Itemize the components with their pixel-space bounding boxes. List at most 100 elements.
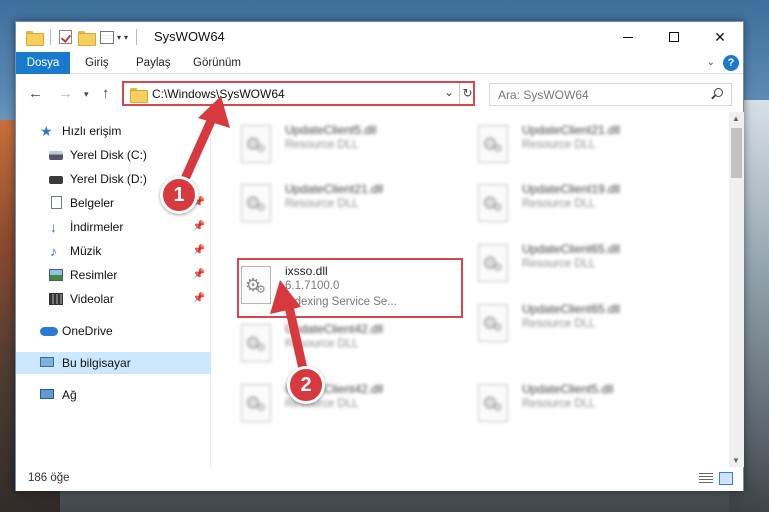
new-folder-icon[interactable]: [78, 30, 96, 46]
dll-file-icon: [241, 184, 271, 222]
details-view-icon[interactable]: [699, 473, 713, 484]
file-item[interactable]: UpdateClient21.dll Resource DLL: [237, 176, 462, 231]
pin-icon[interactable]: 📌: [193, 216, 205, 238]
search-box[interactable]: [489, 83, 732, 106]
file-item[interactable]: UpdateClient5.dll Resource DLL: [237, 117, 462, 172]
properties-check-icon[interactable]: [59, 30, 72, 44]
file-name: UpdateClient65.dll: [522, 302, 621, 316]
disk-icon: [49, 176, 63, 184]
ribbon: Dosya Giriş Paylaş Görünüm ⌄ ?: [16, 52, 743, 74]
window-controls: ✕: [605, 22, 743, 52]
sidebar-item-local-disk-c[interactable]: Yerel Disk (C:): [16, 144, 211, 166]
sidebar-item-label: Yerel Disk (D:): [70, 172, 147, 186]
file-type: Resource DLL: [285, 198, 359, 210]
file-type: Resource DLL: [285, 338, 359, 350]
step-2-badge: 2: [287, 366, 325, 404]
file-item[interactable]: UpdateClient21.dll Resource DLL: [474, 117, 699, 172]
address-path[interactable]: C:\Windows\SysWOW64: [152, 87, 285, 101]
refresh-icon[interactable]: ↻: [459, 83, 475, 104]
sidebar-item-this-pc[interactable]: Bu bilgisayar: [16, 352, 211, 374]
toolbar-separator: [136, 29, 138, 45]
sidebar-item-music[interactable]: ♪ Müzik 📌: [16, 240, 211, 262]
file-item[interactable]: UpdateClient65.dll Resource DLL: [474, 296, 699, 351]
toolbar-separator: [50, 29, 51, 45]
close-button[interactable]: ✕: [697, 22, 743, 52]
file-name: UpdateClient21.dll: [285, 182, 384, 196]
tab-home[interactable]: Giriş: [85, 52, 109, 74]
document-icon: [51, 196, 62, 209]
file-type: Resource DLL: [522, 258, 596, 270]
minimize-button[interactable]: [605, 22, 651, 52]
dll-file-icon: [478, 304, 508, 342]
up-arrow-icon[interactable]: ↑: [102, 85, 110, 102]
pin-icon[interactable]: 📌: [193, 240, 205, 262]
tab-share[interactable]: Paylaş: [136, 52, 171, 74]
navigation-pane: ★ Hızlı erişim Yerel Disk (C:) Yerel Dis…: [16, 112, 211, 467]
dll-file-icon: [478, 184, 508, 222]
file-name: UpdateClient42.dll: [285, 322, 384, 336]
cloud-icon: [40, 327, 58, 336]
scroll-down-icon[interactable]: ▼: [732, 456, 740, 465]
pin-icon[interactable]: 📌: [193, 288, 205, 310]
file-item[interactable]: UpdateClient42.dll Resource DLL: [237, 376, 462, 431]
tab-file[interactable]: Dosya: [16, 52, 70, 74]
sidebar-item-network[interactable]: Ağ: [16, 384, 211, 406]
chevron-down-icon[interactable]: ▾: [117, 33, 121, 42]
search-icon[interactable]: [714, 88, 723, 97]
disk-icon: [49, 151, 63, 160]
customize-view-icon[interactable]: [100, 30, 114, 44]
file-name: UpdateClient65.dll: [522, 242, 621, 256]
file-item[interactable]: UpdateClient42.dll Resource DLL: [237, 316, 462, 371]
maximize-button[interactable]: [651, 22, 697, 52]
status-bar: 186 öğe: [16, 467, 743, 491]
sidebar-item-videos[interactable]: Videolar 📌: [16, 288, 211, 310]
sidebar-item-quick-access[interactable]: ★ Hızlı erişim: [16, 120, 211, 142]
pin-icon[interactable]: 📌: [193, 264, 205, 286]
address-bar[interactable]: C:\Windows\SysWOW64 ⌄ ↻: [122, 81, 475, 106]
scroll-up-icon[interactable]: ▲: [732, 114, 740, 123]
star-icon: ★: [40, 123, 53, 139]
file-type: Resource DLL: [522, 318, 596, 330]
forward-arrow-icon[interactable]: →: [58, 85, 73, 102]
sidebar-item-label: Ağ: [62, 388, 77, 402]
customize-toolbar-icon[interactable]: ▾: [124, 33, 128, 42]
vertical-scrollbar[interactable]: ▲ ▼: [729, 112, 744, 467]
dll-file-icon: [241, 125, 271, 163]
tab-view[interactable]: Görünüm: [193, 52, 241, 74]
sidebar-item-label: OneDrive: [62, 324, 113, 338]
computer-icon: [40, 357, 54, 367]
sidebar-item-label: Müzik: [70, 244, 102, 258]
large-icons-view-icon[interactable]: [719, 472, 733, 485]
file-item[interactable]: UpdateClient19.dll Resource DLL: [474, 176, 699, 231]
sidebar-item-onedrive[interactable]: OneDrive: [16, 320, 211, 342]
sidebar-item-label: İndirmeler: [70, 220, 124, 234]
sidebar-item-pictures[interactable]: Resimler 📌: [16, 264, 211, 286]
sidebar-item-label: Videolar: [70, 292, 114, 306]
help-icon[interactable]: ?: [723, 55, 739, 71]
dll-file-icon: [241, 384, 271, 422]
sidebar-item-label: Bu bilgisayar: [62, 356, 131, 370]
file-list: UpdateClient5.dll Resource DLL UpdateCli…: [212, 112, 729, 467]
minimize-icon: [623, 36, 633, 38]
search-input[interactable]: [490, 84, 705, 105]
expand-ribbon-icon[interactable]: ⌄: [707, 57, 715, 68]
scrollbar-thumb[interactable]: [731, 128, 742, 178]
sidebar-item-label: Hızlı erişim: [62, 124, 122, 138]
file-name: UpdateClient5.dll: [285, 123, 377, 137]
highlight-box: [237, 258, 463, 318]
dll-file-icon: [478, 384, 508, 422]
sidebar-item-downloads[interactable]: ↓ İndirmeler 📌: [16, 216, 211, 238]
address-row: ← → ▾ ↑ C:\Windows\SysWOW64 ⌄ ↻: [16, 74, 743, 112]
file-name: UpdateClient5.dll: [522, 382, 614, 396]
download-icon: ↓: [50, 219, 57, 235]
back-arrow-icon[interactable]: ←: [28, 85, 43, 102]
sidebar-item-label: Resimler: [70, 268, 118, 282]
title-bar: ▾ ▾ SysWOW64 ✕: [16, 22, 743, 52]
file-type: Resource DLL: [285, 139, 359, 151]
file-item[interactable]: UpdateClient65.dll Resource DLL: [474, 236, 699, 291]
folder-icon: [130, 88, 148, 103]
dll-file-icon: [241, 324, 271, 362]
file-item[interactable]: UpdateClient5.dll Resource DLL: [474, 376, 699, 431]
chevron-down-icon[interactable]: ⌄: [444, 85, 454, 99]
recent-locations-icon[interactable]: ▾: [84, 89, 89, 100]
